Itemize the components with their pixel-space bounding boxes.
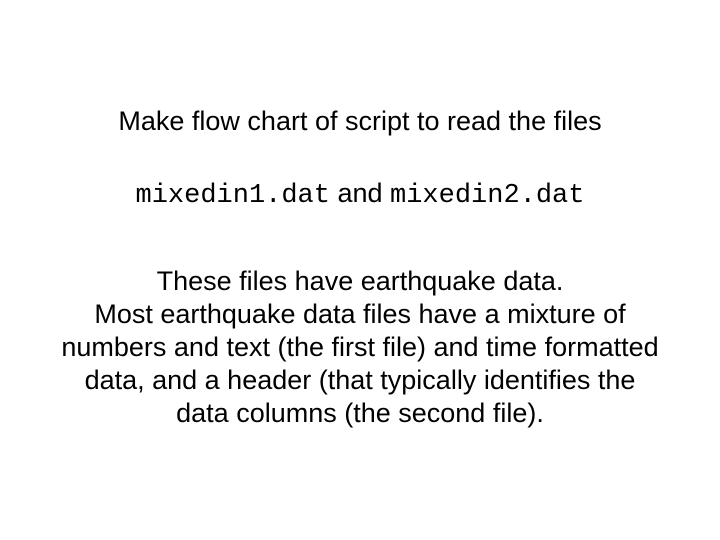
para-line-4: data, and a header (that typically ident…: [85, 365, 636, 395]
para-line-5: data columns (the second file).: [176, 398, 544, 428]
para-line-2: Most earthquake data files have a mixtur…: [94, 299, 625, 329]
para-line-1: These files have earthquake data.: [157, 266, 564, 296]
filename-2: mixedin2.dat: [390, 181, 584, 211]
slide: Make flow chart of script to read the fi…: [0, 0, 720, 540]
filename-1: mixedin1.dat: [136, 181, 330, 211]
title-line: Make flow chart of script to read the fi…: [0, 106, 720, 137]
para-line-3: numbers and text (the first file) and ti…: [61, 332, 658, 362]
description-paragraph: These files have earthquake data. Most e…: [0, 265, 720, 430]
connector-and: and: [330, 178, 390, 208]
filenames-line: mixedin1.dat and mixedin2.dat: [0, 178, 720, 211]
title-text: Make flow chart of script to read the fi…: [118, 106, 601, 136]
